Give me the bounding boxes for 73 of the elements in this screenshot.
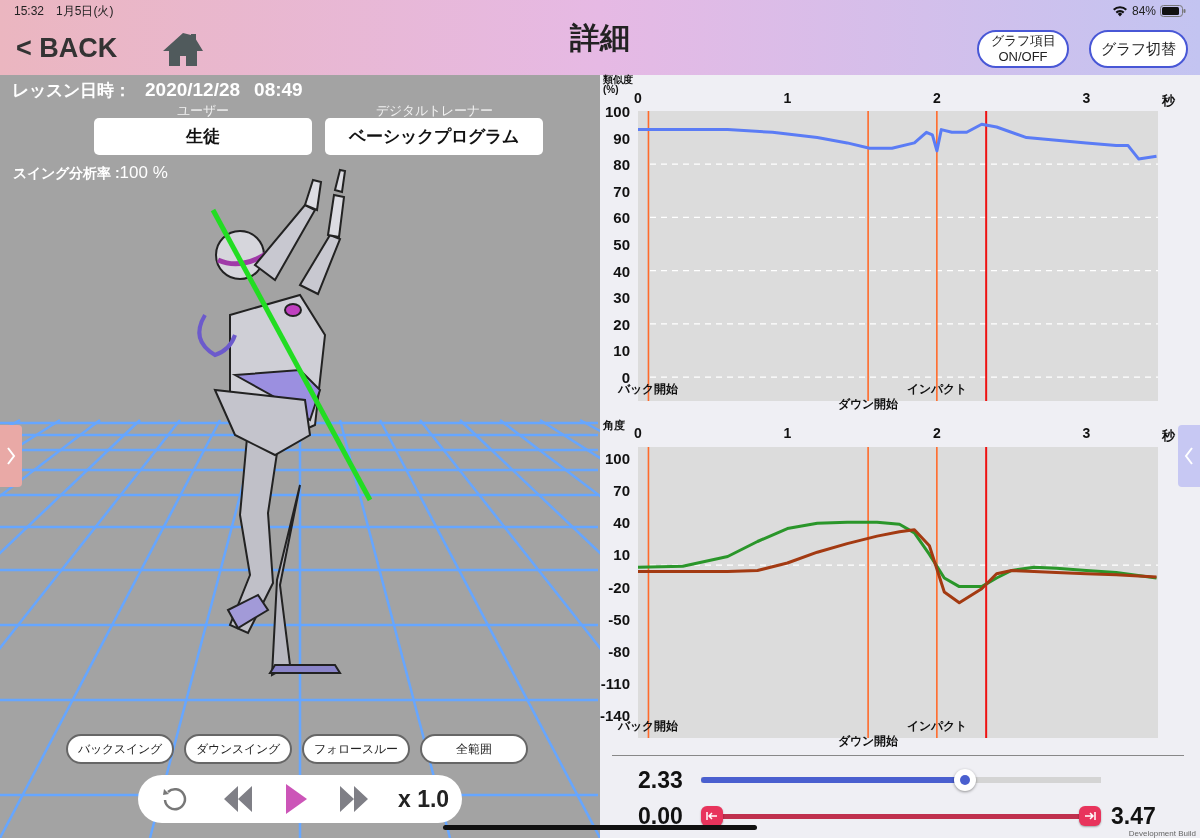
current-time-reading: 2.33 — [638, 766, 684, 794]
fast-forward-button[interactable] — [338, 784, 370, 814]
y-tick-label: 10 — [613, 546, 630, 564]
swing-range-button[interactable]: 全範囲 — [420, 734, 528, 764]
y-tick-label: -110 — [600, 675, 630, 693]
arrow-to-bar-icon — [1084, 811, 1096, 821]
y-tick-label: 10 — [613, 342, 630, 360]
status-time: 15:32 — [14, 3, 45, 18]
graph-items-toggle-button[interactable]: グラフ項目 ON/OFF — [977, 29, 1069, 68]
back-button[interactable]: < BACK — [16, 33, 118, 64]
user-field[interactable]: 生徒 — [94, 118, 312, 155]
time-slider-thumb[interactable] — [954, 769, 977, 791]
wifi-icon — [1111, 5, 1128, 17]
lesson-date: 2020/12/28 — [145, 79, 241, 101]
event-label: ダウン開始 — [838, 397, 899, 410]
chevron-icon — [1184, 446, 1194, 466]
y-tick-label: 40 — [613, 262, 630, 280]
analysis-rate-value: 100 % — [119, 163, 168, 183]
swing-range-button[interactable]: フォロースルー — [302, 734, 410, 764]
y-tick-label: 30 — [613, 289, 630, 307]
y-tick-label: 20 — [613, 315, 630, 333]
x-tick-label: 3 — [1082, 90, 1091, 106]
field-caption: デジタルトレーナー — [375, 102, 493, 118]
y-tick-label: 60 — [613, 209, 630, 227]
y-tick-label: 90 — [613, 129, 630, 147]
x-tick-label: 2 — [932, 90, 941, 106]
graph-switch-button[interactable]: グラフ切替 — [1089, 29, 1188, 68]
chevron-icon — [6, 446, 16, 466]
y-tick-label: 70 — [613, 182, 630, 200]
x-tick-label: 0 — [634, 90, 642, 106]
trainer-field[interactable]: ベーシックプログラム — [325, 118, 543, 155]
x-tick-label: 0 — [634, 425, 642, 441]
analysis-rate-label: スイング分析率 : — [13, 165, 120, 183]
y-tick-label: -80 — [608, 643, 630, 660]
play-icon — [284, 783, 308, 815]
range-start-handle[interactable] — [701, 806, 723, 826]
rewind-button[interactable] — [222, 784, 254, 814]
swing-range-button[interactable]: ダウンスイング — [184, 734, 292, 764]
home-icon[interactable] — [161, 30, 206, 67]
y-tick-label: -20 — [608, 578, 630, 596]
range-end-handle[interactable] — [1079, 806, 1101, 826]
range-start-reading: 0.00 — [638, 802, 684, 830]
event-label: ダウン開始 — [838, 734, 899, 748]
x-axis-label: 秒 — [1161, 93, 1175, 108]
y-tick-label: 80 — [613, 156, 630, 174]
x-tick-label: 1 — [783, 90, 792, 106]
x-tick-label: 2 — [932, 425, 941, 441]
status-date: 1月5日(火) — [56, 3, 114, 18]
play-button[interactable] — [284, 783, 308, 815]
field-caption: ユーザー — [177, 102, 229, 118]
y-tick-label: 100 — [604, 449, 630, 467]
playback-speed[interactable]: x 1.0 — [398, 785, 450, 813]
screen-title: 詳細 — [570, 21, 630, 54]
lesson-time: 08:49 — [254, 79, 303, 101]
y-tick-label: 100 — [604, 103, 630, 120]
x-axis-label: 秒 — [1161, 428, 1175, 443]
y-tick-label: 40 — [613, 514, 630, 532]
y-tick-label: 70 — [613, 481, 630, 499]
swing-range-button[interactable]: バックスイング — [66, 734, 174, 764]
build-label: Development Build — [1128, 829, 1196, 838]
y-tick-label: 50 — [613, 236, 630, 254]
y-axis-label: 類似度(%) — [603, 75, 634, 95]
rewind-icon — [222, 784, 254, 814]
arrow-to-bar-icon — [706, 811, 718, 821]
fast-forward-icon — [338, 784, 370, 814]
range-end-reading: 3.47 — [1111, 802, 1157, 830]
battery-icon — [1160, 5, 1186, 17]
x-tick-label: 3 — [1082, 425, 1091, 441]
battery-percent: 84% — [1131, 4, 1156, 18]
x-tick-label: 1 — [783, 425, 792, 441]
lesson-datetime-label: レッスン日時： — [12, 80, 131, 102]
y-axis-label: 角度 — [603, 420, 626, 430]
y-tick-label: -50 — [608, 610, 630, 628]
